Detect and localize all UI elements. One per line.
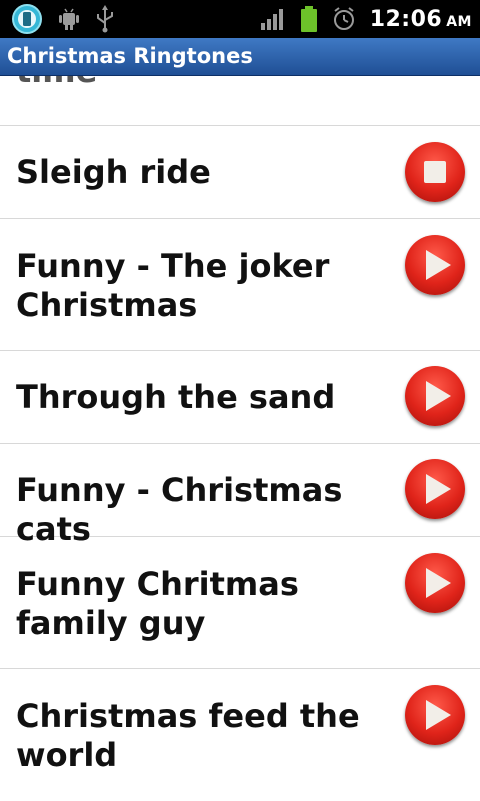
android-debug-icon: [59, 8, 79, 30]
app-title: Christmas Ringtones: [7, 44, 253, 68]
play-icon: [425, 250, 451, 280]
list-item[interactable]: Funny - Christmas cats: [0, 444, 480, 548]
clock-time: 12:06: [369, 6, 443, 32]
app-icon: [12, 4, 42, 34]
clock: 12:06 AM: [370, 7, 472, 32]
list-item-label: Sleigh ride: [16, 153, 211, 191]
list-item[interactable]: Christmas feed the world: [0, 669, 480, 801]
play-icon: [425, 568, 451, 598]
list-item-label: Through the sand: [16, 378, 336, 416]
list-item-label: Christmas feed the world: [16, 697, 360, 774]
list-item[interactable]: Funny Chritmas family guy: [0, 537, 480, 669]
play-icon: [425, 474, 451, 504]
play-icon: [425, 700, 451, 730]
list-item[interactable]: Sleigh ride: [0, 126, 480, 219]
clock-ampm: AM: [446, 13, 472, 30]
play-button[interactable]: [405, 235, 465, 295]
play-button[interactable]: [405, 366, 465, 426]
battery-icon: [300, 6, 317, 32]
status-left-icons: [10, 3, 116, 35]
list-item-label: Funny Chritmas family guy: [16, 565, 299, 642]
ringtone-list[interactable]: time Sleigh ride Funny - The joker Chris…: [0, 76, 480, 801]
play-icon: [425, 381, 451, 411]
status-bar: 12:06 AM: [0, 0, 480, 38]
list-item-partial[interactable]: time: [0, 76, 480, 126]
status-right-icons: 12:06 AM: [260, 3, 472, 35]
stop-button[interactable]: [405, 142, 465, 202]
list-item[interactable]: Through the sand: [0, 351, 480, 444]
play-button[interactable]: [405, 685, 465, 745]
stop-icon: [424, 161, 446, 183]
list-item-label: time: [16, 76, 97, 90]
list-item[interactable]: Funny - The joker Christmas: [0, 219, 480, 351]
play-button[interactable]: [405, 459, 465, 519]
alarm-icon: [333, 7, 354, 30]
list-item-label: Funny - The joker Christmas: [16, 247, 330, 324]
usb-icon: [97, 5, 113, 33]
play-button[interactable]: [405, 553, 465, 613]
signal-icon: [260, 9, 283, 30]
title-bar: Christmas Ringtones: [0, 38, 480, 76]
